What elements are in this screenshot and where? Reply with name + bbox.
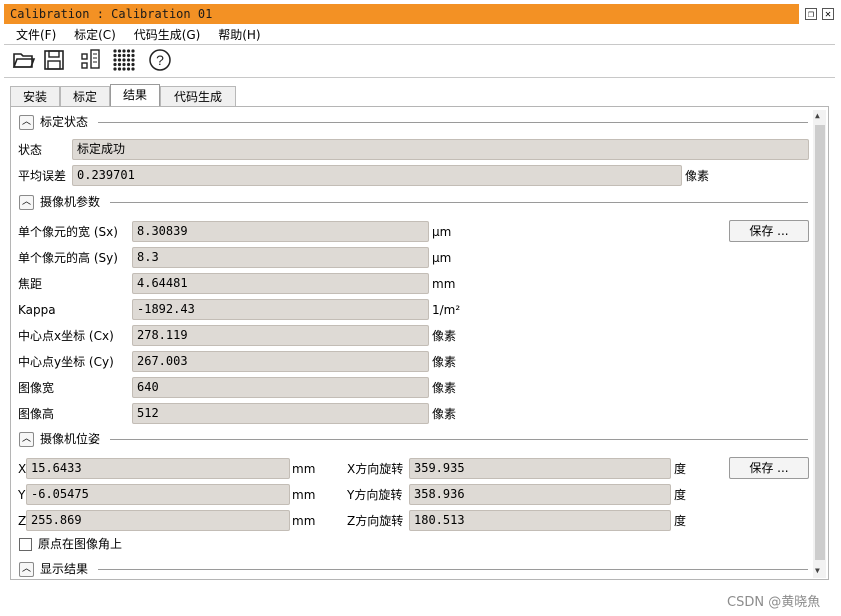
menu-file[interactable]: 文件(F) (16, 28, 56, 42)
param-value-field: 8.30839 (132, 221, 429, 242)
save-pose-button[interactable]: 保存 ... (729, 457, 809, 479)
open-icon[interactable] (12, 48, 36, 72)
close-icon[interactable]: ✕ (822, 8, 834, 20)
section-divider (98, 122, 808, 123)
collapse-display-button[interactable]: ︿ (19, 562, 34, 577)
param-label: 中心点x坐标 (Cx) (18, 329, 114, 343)
section-title-display: 显示结果 (40, 562, 89, 576)
pose-right-unit: 度 (674, 462, 687, 476)
param-unit: 1/m² (432, 303, 461, 317)
save-params-button[interactable]: 保存 ... (729, 220, 809, 242)
param-label: 焦距 (18, 277, 43, 291)
param-value-field: 267.003 (132, 351, 429, 372)
tab-calibrate[interactable]: 标定 (60, 86, 110, 106)
pose-left-unit: mm (292, 514, 316, 528)
pose-right-label: X方向旋转 (347, 462, 404, 476)
toolbar-divider (4, 77, 835, 78)
help-icon[interactable]: ? (148, 48, 172, 72)
param-label: Kappa (18, 303, 56, 317)
param-unit: μm (432, 251, 452, 265)
collapse-camera-params-button[interactable]: ︿ (19, 195, 34, 210)
param-unit: 像素 (432, 329, 457, 343)
section-divider (98, 569, 808, 570)
pose-right-field: 358.936 (409, 484, 671, 505)
restore-icon[interactable]: ❐ (805, 8, 817, 20)
scroll-up-icon[interactable]: ▲ (815, 111, 820, 120)
menu-help[interactable]: 帮助(H) (218, 28, 260, 42)
window-title: Calibration : Calibration 01 (10, 7, 213, 21)
pose-left-label: Y (18, 488, 26, 502)
collapse-pose-button[interactable]: ︿ (19, 432, 34, 447)
param-unit: mm (432, 277, 456, 291)
pose-right-field: 359.935 (409, 458, 671, 479)
collapse-status-button[interactable]: ︿ (19, 115, 34, 130)
param-label: 图像宽 (18, 381, 55, 395)
error-label: 平均误差 (18, 169, 67, 183)
param-value-field: -1892.43 (132, 299, 429, 320)
pose-right-label: Y方向旋转 (347, 488, 403, 502)
param-value-field: 512 (132, 403, 429, 424)
pose-left-field: 255.869 (26, 510, 290, 531)
tab-results[interactable]: 结果 (110, 84, 160, 106)
pose-left-field: -6.05475 (26, 484, 290, 505)
pose-right-field: 180.513 (409, 510, 671, 531)
param-unit: μm (432, 225, 452, 239)
pose-left-label: X (18, 462, 27, 476)
param-label: 单个像元的宽 (Sx) (18, 225, 118, 239)
param-unit: 像素 (432, 407, 457, 421)
pose-left-label: Z (18, 514, 27, 528)
param-label: 图像高 (18, 407, 55, 421)
save-icon[interactable] (42, 48, 66, 72)
menu-bar: 文件(F) 标定(C) 代码生成(G) 帮助(H) (16, 26, 275, 44)
error-field: 0.239701 (72, 165, 682, 186)
code-icon[interactable] (80, 48, 104, 72)
menu-calibrate[interactable]: 标定(C) (74, 28, 116, 42)
origin-checkbox-label: 原点在图像角上 (38, 537, 123, 551)
param-unit: 像素 (432, 355, 457, 369)
window-title-bar: Calibration : Calibration 01 (4, 4, 799, 24)
menu-divider (4, 44, 835, 45)
param-label: 中心点y坐标 (Cy) (18, 355, 114, 369)
pose-left-field: 15.6433 (26, 458, 290, 479)
error-unit: 像素 (685, 169, 710, 183)
scroll-down-icon[interactable]: ▼ (815, 566, 820, 575)
param-unit: 像素 (432, 381, 457, 395)
param-value-field: 4.64481 (132, 273, 429, 294)
section-title-camera-params: 摄像机参数 (40, 195, 101, 209)
pose-left-unit: mm (292, 462, 316, 476)
param-value-field: 8.3 (132, 247, 429, 268)
param-value-field: 278.119 (132, 325, 429, 346)
watermark: CSDN @黄晓魚 (727, 595, 821, 610)
param-value-field: 640 (132, 377, 429, 398)
pose-right-unit: 度 (674, 514, 687, 528)
section-divider (110, 202, 808, 203)
pose-right-unit: 度 (674, 488, 687, 502)
tab-codegen[interactable]: 代码生成 (160, 86, 236, 106)
origin-checkbox[interactable] (19, 538, 32, 551)
section-title-pose: 摄像机位姿 (40, 432, 101, 446)
status-label: 状态 (18, 143, 43, 157)
menu-codegen[interactable]: 代码生成(G) (134, 28, 201, 42)
scroll-thumb[interactable] (815, 125, 825, 560)
pose-right-label: Z方向旋转 (347, 514, 404, 528)
grid-icon[interactable] (112, 48, 136, 72)
param-label: 单个像元的高 (Sy) (18, 251, 118, 265)
tab-install[interactable]: 安装 (10, 86, 60, 106)
pose-left-unit: mm (292, 488, 316, 502)
section-divider (110, 439, 808, 440)
section-title-status: 标定状态 (40, 115, 89, 129)
status-field: 标定成功 (72, 139, 809, 160)
svg-text:?: ? (156, 52, 164, 68)
